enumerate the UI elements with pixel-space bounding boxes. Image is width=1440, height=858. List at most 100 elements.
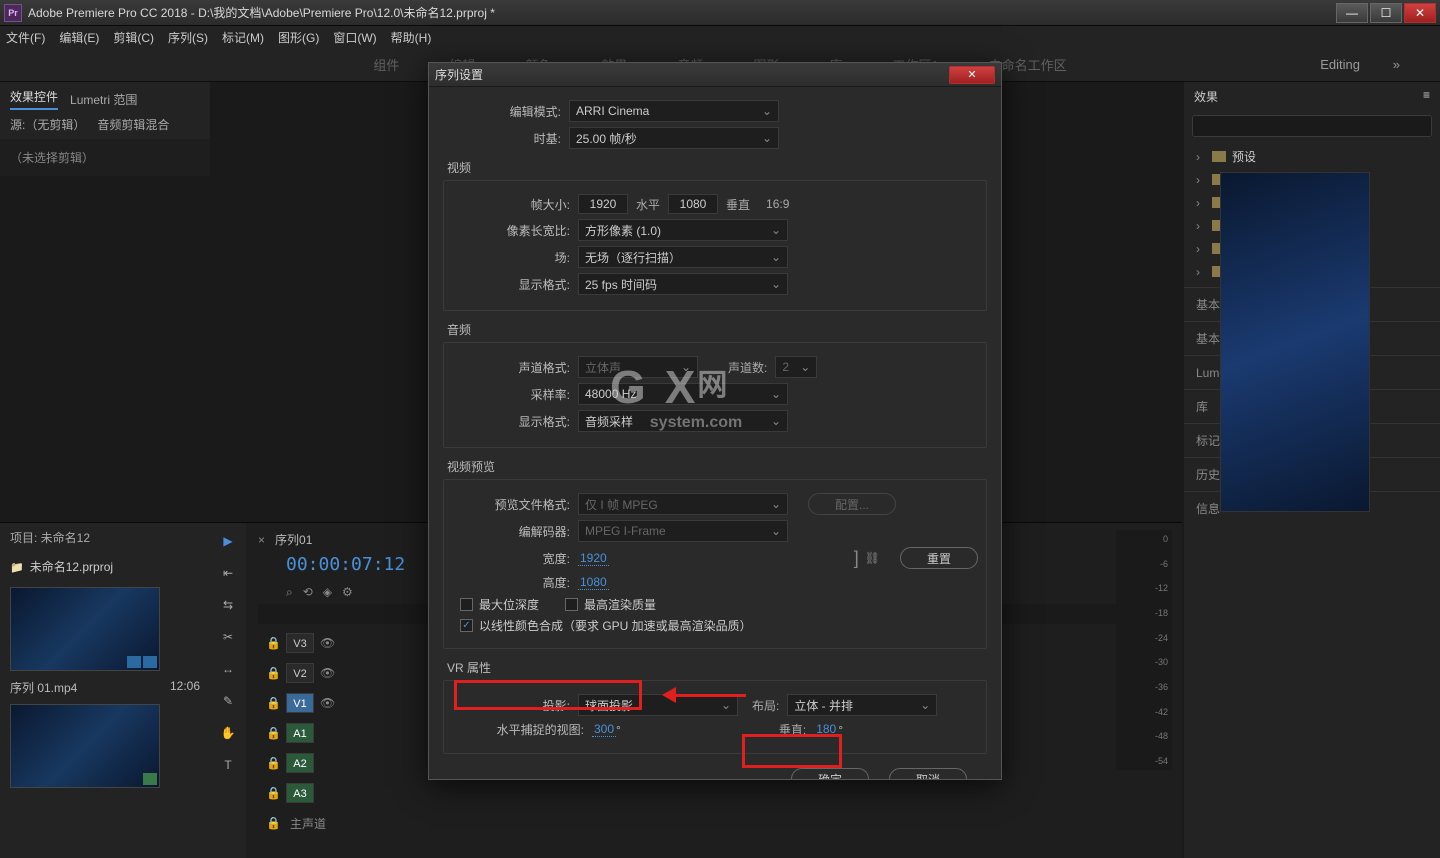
chevron-down-icon: ⌄ <box>800 360 810 374</box>
timebase-select[interactable]: 25.00 帧/秒⌄ <box>569 127 779 149</box>
selection-tool[interactable]: ▶ <box>218 531 238 551</box>
frame-width-input[interactable] <box>578 194 628 214</box>
lock-icon[interactable]: 🔒 <box>266 696 280 710</box>
dialog-title: 序列设置 <box>435 66 949 83</box>
panel-menu-icon[interactable]: ≡ <box>1423 88 1430 105</box>
razor-tool[interactable]: ✂ <box>218 627 238 647</box>
preview-width-label: 宽度: <box>452 550 578 567</box>
codec-select: MPEG I-Frame⌄ <box>578 520 788 542</box>
tab-effect-controls[interactable]: 效果控件 <box>10 88 58 110</box>
ripple-edit-tool[interactable]: ⇆ <box>218 595 238 615</box>
chevron-down-icon: ⌄ <box>771 414 781 428</box>
effects-presets[interactable]: ›预设 <box>1192 145 1432 168</box>
slip-tool[interactable]: ↔ <box>218 659 238 679</box>
track-master[interactable]: 🔒主声道 <box>258 810 1170 836</box>
track-select-tool[interactable]: ⇤ <box>218 563 238 583</box>
lock-icon[interactable]: 🔒 <box>266 726 280 740</box>
dialog-titlebar[interactable]: 序列设置 ✕ <box>429 63 1001 87</box>
link-chain-icon[interactable]: ⛓ <box>865 551 880 565</box>
horizontal-capture-value[interactable]: 300 <box>592 722 616 737</box>
layout-select[interactable]: 立体 - 并排⌄ <box>787 694 937 716</box>
channel-count-select: 2⌄ <box>775 356 817 378</box>
horizontal-capture-label: 水平捕捉的视图: <box>452 721 592 738</box>
preview-height-value[interactable]: 1080 <box>578 575 609 590</box>
settings-icon[interactable]: ⚙ <box>342 585 353 600</box>
eye-icon[interactable]: 👁 <box>320 696 334 710</box>
menu-window[interactable]: 窗口(W) <box>333 29 376 46</box>
window-close-button[interactable]: ✕ <box>1404 3 1436 23</box>
timeline-tab[interactable]: 序列01 <box>275 531 312 548</box>
window-titlebar: Pr Adobe Premiere Pro CC 2018 - D:\我的文档\… <box>0 0 1440 26</box>
pen-tool[interactable]: ✎ <box>218 691 238 711</box>
preview-file-format-label: 预览文件格式: <box>452 496 578 513</box>
preview-section-label: 视频预览 <box>447 458 987 475</box>
effects-search-input[interactable] <box>1192 115 1432 137</box>
lock-icon[interactable]: 🔒 <box>266 756 280 770</box>
track-a3[interactable]: 🔒A3 <box>258 780 1170 806</box>
lock-icon[interactable]: 🔒 <box>266 666 280 680</box>
sequence-thumbnail[interactable] <box>10 704 160 788</box>
video-badge-icon <box>127 656 141 668</box>
configure-button: 配置... <box>808 493 896 515</box>
window-maximize-button[interactable]: ☐ <box>1370 3 1402 23</box>
project-file[interactable]: 未命名12.prproj <box>0 552 210 581</box>
snap-icon[interactable]: ⌕ <box>286 585 293 600</box>
reset-button[interactable]: 重置 <box>900 547 978 569</box>
bin-icon <box>10 560 24 574</box>
menu-help[interactable]: 帮助(H) <box>391 29 432 46</box>
vertical-capture-label: 垂直: <box>779 721 806 738</box>
menu-sequence[interactable]: 序列(S) <box>168 29 208 46</box>
timeline-tab-close[interactable]: × <box>258 533 265 547</box>
eye-icon[interactable]: 👁 <box>320 636 334 650</box>
channel-count-label: 声道数: <box>728 359 767 376</box>
par-select[interactable]: 方形像素 (1.0)⌄ <box>578 219 788 241</box>
lock-icon[interactable]: 🔒 <box>266 636 280 650</box>
chevron-down-icon: ⌄ <box>771 524 781 538</box>
type-tool[interactable]: T <box>218 755 238 775</box>
degree-label-2: ° <box>838 723 843 737</box>
linked-selection-icon[interactable]: ⟲ <box>303 585 313 600</box>
program-monitor <box>1220 172 1370 512</box>
chevron-down-icon: ⌄ <box>920 698 930 712</box>
frame-height-input[interactable] <box>668 194 718 214</box>
hand-tool[interactable]: ✋ <box>218 723 238 743</box>
editing-mode-select[interactable]: ARRI Cinema⌄ <box>569 100 779 122</box>
max-render-quality-checkbox[interactable] <box>565 598 578 611</box>
marker-icon[interactable]: ◈ <box>323 585 332 600</box>
linear-color-label: 以线性颜色合成（要求 GPU 加速或最高渲染品质） <box>479 617 752 634</box>
workspace-editing[interactable]: Editing <box>1320 57 1360 72</box>
clip-thumbnail[interactable] <box>10 587 160 671</box>
window-minimize-button[interactable]: — <box>1336 3 1368 23</box>
fields-select[interactable]: 无场（逐行扫描）⌄ <box>578 246 788 268</box>
vertical-capture-value[interactable]: 180 <box>814 722 838 737</box>
menu-clip[interactable]: 剪辑(C) <box>113 29 154 46</box>
ok-button[interactable]: 确定 <box>791 768 869 779</box>
video-display-format-select[interactable]: 25 fps 时间码⌄ <box>578 273 788 295</box>
max-bit-depth-checkbox[interactable] <box>460 598 473 611</box>
vertical-label: 垂直 <box>726 196 750 213</box>
lock-icon[interactable]: 🔒 <box>266 786 280 800</box>
eye-icon[interactable]: 👁 <box>320 666 334 680</box>
tab-source[interactable]: 源:（无剪辑） <box>10 116 85 133</box>
linear-color-checkbox[interactable] <box>460 619 473 632</box>
tab-audio-clip-mixer[interactable]: 音频剪辑混合 <box>97 116 169 133</box>
menu-edit[interactable]: 编辑(E) <box>59 29 99 46</box>
menu-file[interactable]: 文件(F) <box>6 29 45 46</box>
channel-format-label: 声道格式: <box>452 359 578 376</box>
workspace-overflow[interactable]: » <box>1393 57 1400 72</box>
link-icon[interactable]: ] <box>854 548 859 569</box>
dialog-close-button[interactable]: ✕ <box>949 66 995 84</box>
effect-controls-body: （未选择剪辑） <box>0 139 210 176</box>
cancel-button[interactable]: 取消 <box>889 768 967 779</box>
preview-width-value[interactable]: 1920 <box>578 551 609 566</box>
clip-row[interactable]: 序列 01.mp4 12:06 <box>0 677 210 698</box>
fields-label: 场: <box>452 249 578 266</box>
lock-icon[interactable]: 🔒 <box>266 816 280 830</box>
timeline-tools: ▶ ⇤ ⇆ ✂ ↔ ✎ ✋ T <box>210 523 246 858</box>
sample-rate-select[interactable]: 48000 Hz⌄ <box>578 383 788 405</box>
workspace-assembly[interactable]: 组件 <box>373 55 399 74</box>
menu-markers[interactable]: 标记(M) <box>222 29 264 46</box>
tab-lumetri-scopes[interactable]: Lumetri 范围 <box>70 91 137 108</box>
audio-display-format-select[interactable]: 音频采样⌄ <box>578 410 788 432</box>
menu-graphics[interactable]: 图形(G) <box>278 29 319 46</box>
